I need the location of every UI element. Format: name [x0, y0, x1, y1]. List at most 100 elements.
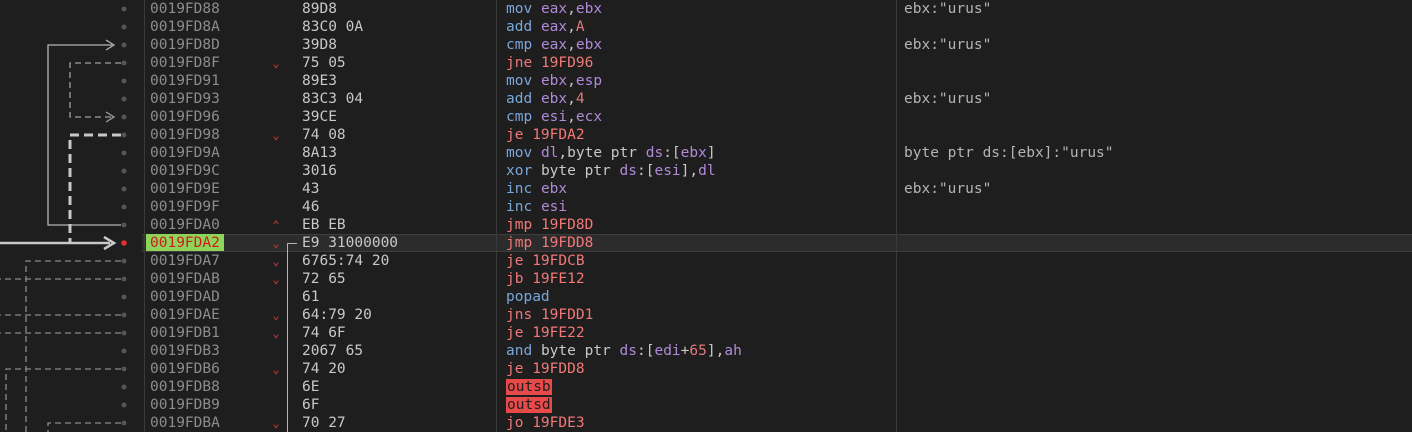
- instruction-row[interactable]: 0019FD9C 3016 xor byte ptr ds:[esi],dl: [142, 162, 1412, 180]
- address[interactable]: 0019FD8D: [150, 36, 220, 54]
- instruction-row[interactable]: 0019FD9A 8A13 mov dl,byte ptr ds:[ebx] byte…: [142, 144, 1412, 162]
- address[interactable]: 0019FDB3: [150, 342, 220, 360]
- address[interactable]: 0019FD8A: [150, 18, 220, 36]
- address[interactable]: 0019FD9F: [150, 198, 220, 216]
- opcode-bytes: 6765:74 20: [302, 253, 390, 269]
- opcode-bytes: 43: [302, 181, 320, 197]
- current-instruction-row[interactable]: 0019FDA2 ⌄ E9 31000000 jmp 19FDD8: [142, 234, 1412, 252]
- address[interactable]: 0019FD9E: [150, 180, 220, 198]
- mnemonic: jns: [506, 307, 533, 323]
- instruction-row[interactable]: 0019FD91 89E3 mov ebx,esp: [142, 72, 1412, 90]
- opcode-bytes: 64:79 20: [302, 307, 372, 323]
- punct-token: ,: [567, 91, 576, 107]
- operands: ebx,4: [541, 91, 585, 107]
- instruction-row[interactable]: 0019FD8D 39D8 cmp eax,ebx ebx:"urus": [142, 36, 1412, 54]
- register-token: esp: [575, 73, 603, 89]
- instruction-row[interactable]: 0019FDA7 ⌄ 6765:74 20 je 19FDCB: [142, 252, 1412, 270]
- instruction-row[interactable]: 0019FD8A 83C0 0A add eax,A: [142, 18, 1412, 36]
- opcode-bytes: 2067 65: [302, 343, 364, 359]
- mnemonic: popad: [506, 289, 550, 305]
- address[interactable]: 0019FD93: [150, 90, 220, 108]
- opcode-bytes: 74 08: [302, 127, 346, 143]
- operands: esi: [541, 199, 567, 215]
- operands: 19FDE3: [532, 415, 585, 431]
- instruction-row[interactable]: 0019FDB8 6E outsb: [142, 378, 1412, 396]
- chevron-down-icon: ⌄: [272, 272, 280, 286]
- operands: eax,ebx: [541, 1, 602, 17]
- operands: dl,byte ptr ds:[ebx]: [541, 145, 716, 161]
- size-token: ptr: [584, 343, 611, 359]
- instruction-row[interactable]: 0019FD8F ⌄ 75 05 jne 19FD96: [142, 54, 1412, 72]
- mnemonic: mov: [506, 73, 533, 89]
- opcode-bytes: E9 31000000: [302, 235, 399, 251]
- instruction: jb 19FE12: [506, 270, 585, 288]
- instruction: jne 19FD96: [506, 54, 593, 72]
- mnemonic: inc: [506, 199, 533, 215]
- address[interactable]: 0019FD88: [150, 0, 220, 18]
- instruction-row[interactable]: 0019FDAB ⌄ 72 65 jb 19FE12: [142, 270, 1412, 288]
- address[interactable]: 0019FD91: [150, 72, 220, 90]
- chevron-down-icon: ⌄: [272, 236, 280, 250]
- instruction-row[interactable]: 0019FDB1 ⌄ 74 6F je 19FE22: [142, 324, 1412, 342]
- instruction: jo 19FDE3: [506, 414, 585, 432]
- address[interactable]: 0019FDAB: [150, 270, 220, 288]
- register-token: ds: [619, 163, 637, 179]
- instruction-row[interactable]: 0019FDA0 ⌃ EB EB jmp 19FD8D: [142, 216, 1412, 234]
- instruction-row[interactable]: 0019FD96 39CE cmp esi,ecx: [142, 108, 1412, 126]
- chevron-down-icon: ⌄: [272, 362, 280, 376]
- address[interactable]: 0019FDB6: [150, 360, 220, 378]
- address[interactable]: 0019FDB1: [150, 324, 220, 342]
- instruction: je 19FDD8: [506, 360, 585, 378]
- address[interactable]: 0019FD96: [150, 108, 220, 126]
- register-token: ebx: [575, 1, 603, 17]
- instruction-row[interactable]: 0019FD9F 46 inc esi: [142, 198, 1412, 216]
- address[interactable]: 0019FDB9: [150, 396, 220, 414]
- instruction: add eax,A: [506, 18, 585, 36]
- punct-token: :[: [637, 343, 655, 359]
- address[interactable]: 0019FDAD: [150, 288, 220, 306]
- mnemonic: cmp: [506, 37, 533, 53]
- instruction-row[interactable]: 0019FD88 89D8 mov eax,ebx ebx:"urus": [142, 0, 1412, 18]
- operands: 19FD96: [540, 55, 594, 71]
- instruction: jmp 19FD8D: [506, 216, 593, 234]
- instruction-row[interactable]: 0019FDAE ⌄ 64:79 20 jns 19FDD1: [142, 306, 1412, 324]
- address[interactable]: 0019FDAE: [150, 306, 220, 324]
- address[interactable]: 0019FDBA: [150, 414, 220, 432]
- instruction: je 19FDA2: [506, 126, 585, 144]
- address[interactable]: 0019FDB8: [150, 378, 220, 396]
- instruction-row[interactable]: 0019FDB6 ⌄ 74 20 je 19FDD8: [142, 360, 1412, 378]
- opcode-bytes: 83C3 04: [302, 91, 364, 107]
- punct-token: ]: [706, 145, 716, 161]
- address[interactable]: 0019FD9C: [150, 162, 220, 180]
- address[interactable]: 0019FDA2: [146, 234, 224, 252]
- instruction-row[interactable]: 0019FD93 83C3 04 add ebx,4 ebx:"urus": [142, 90, 1412, 108]
- address[interactable]: 0019FDA7: [150, 252, 220, 270]
- register-token: esi: [654, 163, 681, 179]
- operands: 19FE22: [532, 325, 585, 341]
- punct-token: [576, 343, 585, 359]
- mnemonic: cmp: [506, 109, 533, 125]
- instruction: outsb: [506, 378, 552, 396]
- address[interactable]: 0019FD8F: [150, 54, 220, 72]
- jump-bracket-line: [287, 243, 288, 432]
- instruction-row[interactable]: 0019FD9E 43 inc ebx ebx:"urus": [142, 180, 1412, 198]
- instruction-row[interactable]: 0019FDB9 6F outsd: [142, 396, 1412, 414]
- register-token: ebx: [540, 181, 568, 197]
- register-token: dl: [698, 163, 716, 179]
- punct-token: ],: [680, 163, 699, 179]
- instruction-row[interactable]: 0019FDAD 61 popad: [142, 288, 1412, 306]
- instruction: mov dl,byte ptr ds:[ebx]: [506, 144, 716, 162]
- opcode-bytes: 61: [302, 289, 320, 305]
- instruction-row[interactable]: 0019FDBA ⌄ 70 27 jo 19FDE3: [142, 414, 1412, 432]
- punct-token: ],: [706, 343, 725, 359]
- comment: ebx:"urus": [904, 37, 992, 53]
- instruction-row[interactable]: 0019FD98 ⌄ 74 08 je 19FDA2: [142, 126, 1412, 144]
- address[interactable]: 0019FD98: [150, 126, 220, 144]
- opcode-bytes: 72 65: [302, 271, 346, 287]
- number-token: A: [575, 19, 585, 35]
- size-token: byte: [540, 343, 576, 359]
- register-token: eax: [540, 37, 568, 53]
- instruction-row[interactable]: 0019FDB3 2067 65 and byte ptr ds:[edi+65],…: [142, 342, 1412, 360]
- address[interactable]: 0019FD9A: [150, 144, 220, 162]
- address[interactable]: 0019FDA0: [150, 216, 220, 234]
